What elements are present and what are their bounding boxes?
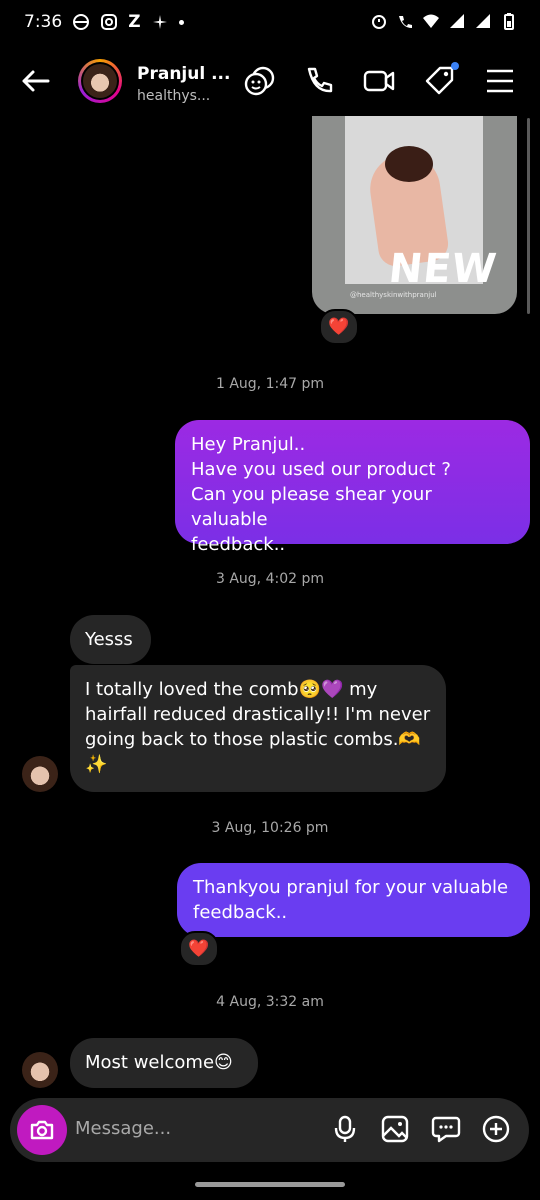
contact-username[interactable]: healthys...: [137, 88, 210, 104]
contact-name[interactable]: Pranjul ...: [137, 64, 230, 84]
outgoing-message[interactable]: Hey Pranjul.. Have you used our product …: [175, 420, 530, 555]
status-time: 7:36: [24, 12, 63, 32]
status-bar: 7:36 Z: [0, 0, 540, 46]
unread-dot: [451, 62, 459, 70]
alarm-icon: [372, 15, 386, 29]
camera-button[interactable]: [17, 1105, 67, 1155]
image-overlay-text: NEW: [386, 246, 500, 292]
heart-reaction[interactable]: ❤️: [179, 931, 219, 967]
profile-avatar[interactable]: [78, 59, 122, 103]
incoming-message[interactable]: I totally loved the comb🥺💜 my hairfall r…: [70, 665, 446, 792]
chat-header: Pranjul ... healthys...: [0, 46, 540, 118]
effects-icon[interactable]: [243, 64, 277, 98]
z-app-icon: Z: [128, 12, 141, 32]
microphone-icon[interactable]: [330, 1114, 360, 1144]
signal-icon: [450, 14, 464, 28]
notification-dot-icon: [178, 19, 184, 25]
sparkle-icon: [152, 15, 167, 29]
timestamp: 3 Aug, 10:26 pm: [211, 820, 329, 836]
video-call-icon[interactable]: [362, 64, 396, 98]
battery-icon: [504, 13, 514, 30]
label-tag-button[interactable]: [423, 62, 459, 98]
image-message[interactable]: NEW @healthyskinwithpranjul: [312, 116, 517, 314]
timestamp: 4 Aug, 3:32 am: [216, 994, 324, 1010]
add-plus-icon[interactable]: [481, 1114, 511, 1144]
back-arrow-icon[interactable]: [18, 64, 52, 98]
message-composer: Message...: [10, 1098, 529, 1162]
signal-icon-2: [476, 14, 490, 28]
outgoing-message[interactable]: Thankyou pranjul for your valuable feedb…: [177, 863, 530, 937]
wifi-icon: [423, 14, 439, 28]
gallery-icon[interactable]: [380, 1114, 410, 1144]
camera-icon: [30, 1120, 54, 1140]
menu-icon[interactable]: [483, 64, 517, 98]
timestamp: 1 Aug, 1:47 pm: [215, 376, 324, 392]
home-gesture-bar[interactable]: [195, 1182, 345, 1187]
incoming-message[interactable]: Most welcome😊: [70, 1038, 258, 1088]
image-watermark: @healthyskinwithpranjul: [350, 291, 437, 299]
heart-reaction[interactable]: ❤️: [319, 309, 359, 345]
message-input[interactable]: Message...: [75, 1118, 171, 1139]
timestamp: 3 Aug, 4:02 pm: [215, 571, 324, 587]
sticker-message-icon[interactable]: [431, 1114, 461, 1144]
sender-avatar[interactable]: [22, 1052, 58, 1088]
wifi-calling-icon: [399, 16, 412, 28]
scrollbar[interactable]: [527, 118, 530, 314]
avatar-photo: [83, 64, 117, 98]
sender-avatar[interactable]: [22, 756, 58, 792]
hotspot-icon: [73, 14, 90, 30]
incoming-message[interactable]: Yesss: [70, 615, 151, 664]
instagram-icon: [101, 14, 118, 30]
voice-call-icon[interactable]: [302, 64, 336, 98]
